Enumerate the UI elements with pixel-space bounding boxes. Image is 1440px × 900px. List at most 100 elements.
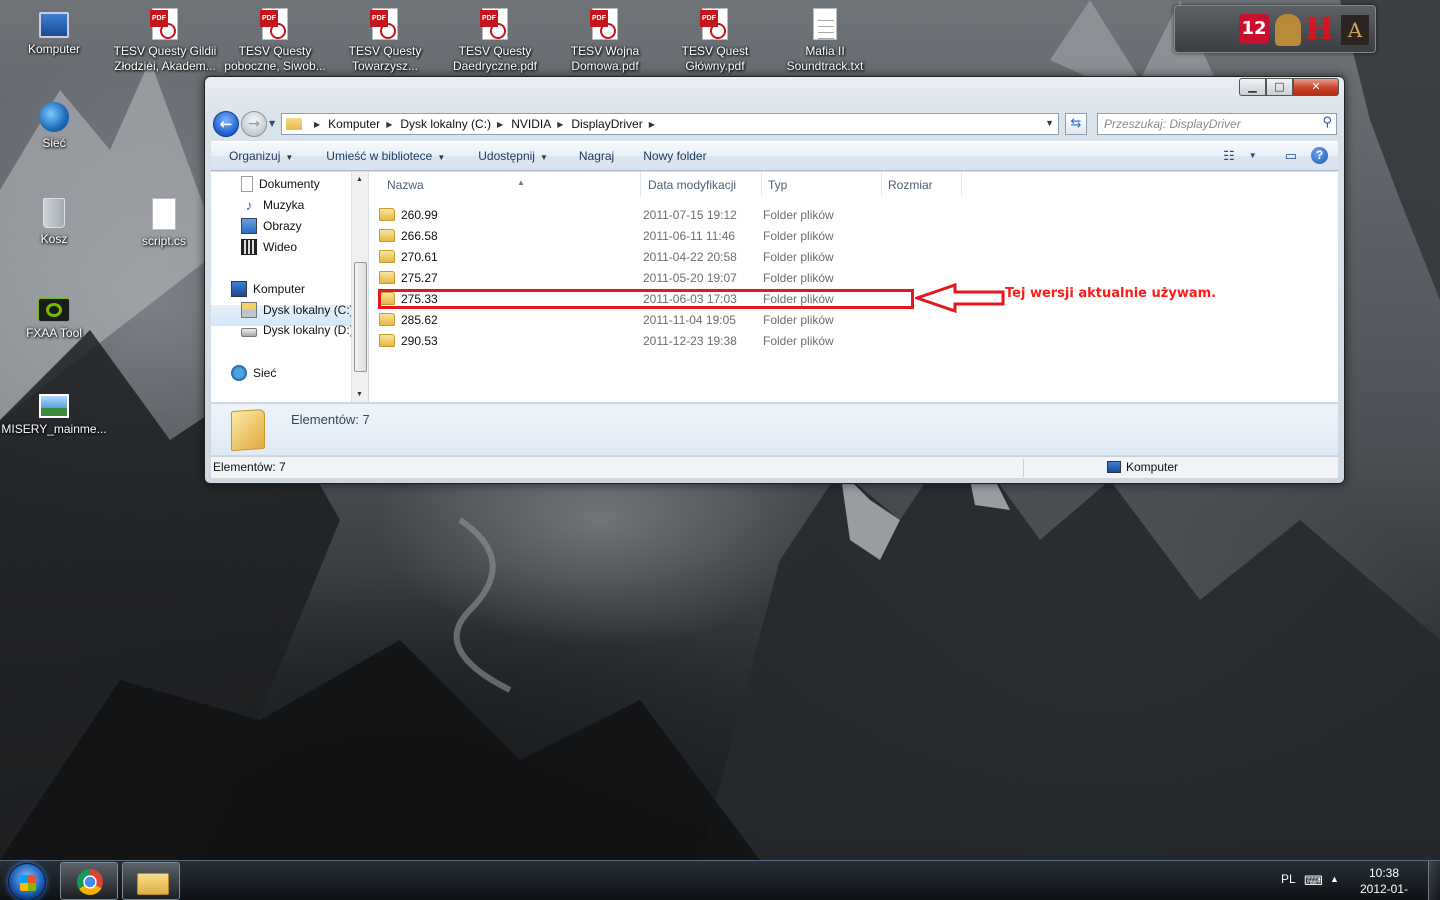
window-controls: ▁ □ ✕: [1239, 78, 1339, 96]
recent-pages-dropdown[interactable]: ▼: [269, 119, 275, 128]
file-row[interactable]: 290.53 2011-12-23 19:38 Folder plików: [379, 330, 899, 351]
organize-menu[interactable]: Organizuj ▼: [211, 149, 308, 163]
desktop-icon-pdf[interactable]: TESV Questy poboczne, Siwob...: [221, 8, 329, 74]
start-button[interactable]: [8, 863, 46, 900]
chevron-right-icon[interactable]: ▶: [649, 120, 655, 129]
desktop-icon-misery[interactable]: MISERY_mainme...: [0, 390, 108, 437]
column-header-type[interactable]: Typ: [762, 172, 882, 196]
help-icon[interactable]: ?: [1311, 147, 1328, 164]
pdf-icon: [150, 8, 178, 40]
scrollbar-thumb[interactable]: [354, 262, 367, 372]
folder-icon: [379, 250, 395, 263]
navigation-pane: Dokumenty ♪ Muzyka Obrazy Wideo Komputer …: [211, 172, 368, 402]
file-row[interactable]: 266.58 2011-06-11 11:46 Folder plików: [379, 225, 899, 246]
show-desktop-button[interactable]: [1428, 861, 1440, 900]
burn-button[interactable]: Nagraj: [563, 149, 629, 163]
pdf-icon: [370, 8, 398, 40]
clock[interactable]: 10:38 2012-01-24: [1354, 865, 1414, 900]
chevron-right-icon[interactable]: ▶: [314, 120, 320, 129]
desktop-icon-pdf[interactable]: TESV Questy Gildii Złodziei, Akadem...: [111, 8, 219, 74]
details-pane: Elementów: 7: [211, 403, 1338, 455]
new-folder-button[interactable]: Nowy folder: [629, 149, 721, 163]
scroll-up-icon[interactable]: ▲: [356, 176, 363, 183]
scroll-down-icon[interactable]: ▼: [356, 391, 363, 398]
desktop-icon-fxaa-tool[interactable]: FXAA Tool: [0, 294, 108, 341]
close-button[interactable]: ✕: [1293, 78, 1339, 96]
computer-icon: [39, 12, 69, 38]
share-with-menu[interactable]: Udostępnij ▼: [460, 149, 563, 163]
folder-icon: [379, 208, 395, 221]
folder-icon: [286, 118, 302, 130]
desktop-icon-recycle-bin[interactable]: Kosz: [0, 198, 108, 247]
column-header-size[interactable]: Rozmiar: [882, 172, 962, 196]
breadcrumb-item[interactable]: ▶ NVIDIA: [491, 117, 551, 131]
search-box[interactable]: ⚲: [1097, 113, 1337, 135]
vault-boy-icon[interactable]: [1275, 14, 1301, 46]
desktop-icon-pdf[interactable]: TESV Wojna Domowa.pdf: [551, 8, 659, 74]
address-bar[interactable]: ▶ Komputer ▶ Dysk lokalny (C:) ▶ NVIDIA ▶ Di…: [281, 113, 1059, 135]
gadget-toolbar[interactable]: 12 H A: [1174, 5, 1376, 53]
pdf-icon: [260, 8, 288, 40]
desktop-icon-pdf[interactable]: TESV Quest Główny.pdf: [661, 8, 769, 74]
chevron-down-icon[interactable]: ▼: [1249, 151, 1257, 160]
taskbar-chrome-button[interactable]: [60, 862, 118, 900]
chevron-right-icon[interactable]: ▶: [497, 120, 503, 129]
language-indicator[interactable]: PL: [1281, 872, 1296, 886]
refresh-button[interactable]: ⇆: [1065, 113, 1087, 135]
show-hidden-icons-icon[interactable]: ▲: [1330, 874, 1339, 884]
forward-button[interactable]: →: [241, 111, 267, 137]
chevron-right-icon[interactable]: ▶: [386, 120, 392, 129]
game-a-logo[interactable]: A: [1341, 15, 1369, 45]
breadcrumb-item[interactable]: ▶ Dysk lokalny (C:): [380, 117, 491, 131]
maximize-button[interactable]: □: [1266, 78, 1293, 96]
chevron-right-icon[interactable]: ▶: [557, 120, 563, 129]
column-header-date[interactable]: Data modyfikacji: [642, 172, 762, 196]
column-header-name[interactable]: Nazwa ▲: [381, 172, 641, 196]
nav-item-pictures[interactable]: Obrazy: [241, 218, 302, 234]
nav-item-music[interactable]: ♪ Muzyka: [241, 197, 305, 213]
taskbar-explorer-button[interactable]: [122, 862, 180, 900]
keyboard-icon[interactable]: ⌨: [1304, 873, 1323, 889]
annotation-arrow: [915, 283, 1005, 313]
video-icon: [241, 239, 257, 255]
minimize-button[interactable]: ▁: [1239, 78, 1266, 96]
image-file-icon: [39, 394, 69, 418]
breadcrumb-item[interactable]: ▶ DisplayDriver ▶: [551, 117, 663, 131]
nav-item-videos[interactable]: Wideo: [241, 239, 297, 255]
desktop-icon-pdf[interactable]: TESV Questy Daedryczne.pdf: [441, 8, 549, 74]
nav-pane-scrollbar[interactable]: ▲ ▼: [351, 172, 368, 402]
search-input[interactable]: [1098, 114, 1308, 134]
nav-item-drive-c[interactable]: Dysk lokalny (C:): [241, 302, 354, 318]
chevron-down-icon: ▼: [285, 153, 294, 162]
game-logo-icon[interactable]: H: [1305, 12, 1339, 48]
change-view-icon[interactable]: ☷: [1223, 148, 1235, 164]
search-icon[interactable]: ⚲: [1322, 115, 1332, 130]
desktop-icon-network[interactable]: Sieć: [0, 102, 108, 151]
highlight-box: [378, 289, 914, 309]
status-item-count: Elementów: 7: [213, 460, 286, 474]
explorer-window[interactable]: ▁ □ ✕ ← → ▼ ▶ Komputer ▶ Dysk lokalny (C:)…: [204, 76, 1345, 484]
nav-item-documents[interactable]: Dokumenty: [241, 176, 320, 192]
nav-item-network[interactable]: Sieć: [231, 365, 276, 381]
file-row[interactable]: 270.61 2011-04-22 20:58 Folder plików: [379, 246, 899, 267]
nav-item-drive-d[interactable]: Dysk lokalny (D:): [241, 323, 354, 337]
view-controls: ☷ ▼ ▭ ?: [1223, 147, 1328, 164]
folder-icon: [379, 313, 395, 326]
breadcrumb-item[interactable]: ▶ Komputer: [308, 117, 380, 131]
age-rating-badge[interactable]: 12: [1239, 14, 1269, 44]
back-button[interactable]: ←: [213, 111, 239, 137]
file-row[interactable]: 260.99 2011-07-15 19:12 Folder plików: [379, 204, 899, 225]
file-row[interactable]: 285.62 2011-11-04 19:05 Folder plików: [379, 309, 899, 330]
desktop-icon-text-file[interactable]: Mafia II Soundtrack.txt: [771, 8, 879, 74]
desktop-icon-computer[interactable]: Komputer: [0, 8, 108, 57]
file-row[interactable]: 275.27 2011-05-20 19:07 Folder plików: [379, 267, 899, 288]
address-dropdown-icon[interactable]: ▼: [1045, 118, 1054, 128]
include-in-library-menu[interactable]: Umieść w bibliotece ▼: [308, 149, 460, 163]
sort-ascending-icon: ▲: [517, 178, 525, 187]
item-count: Elementów: 7: [291, 412, 370, 427]
desktop-icon-pdf[interactable]: TESV Questy Towarzysz...: [331, 8, 439, 74]
preview-pane-icon[interactable]: ▭: [1285, 148, 1297, 164]
nav-item-computer[interactable]: Komputer: [231, 281, 305, 297]
file-icon: [152, 198, 176, 230]
desktop-icon-script[interactable]: script.cs: [110, 198, 218, 249]
